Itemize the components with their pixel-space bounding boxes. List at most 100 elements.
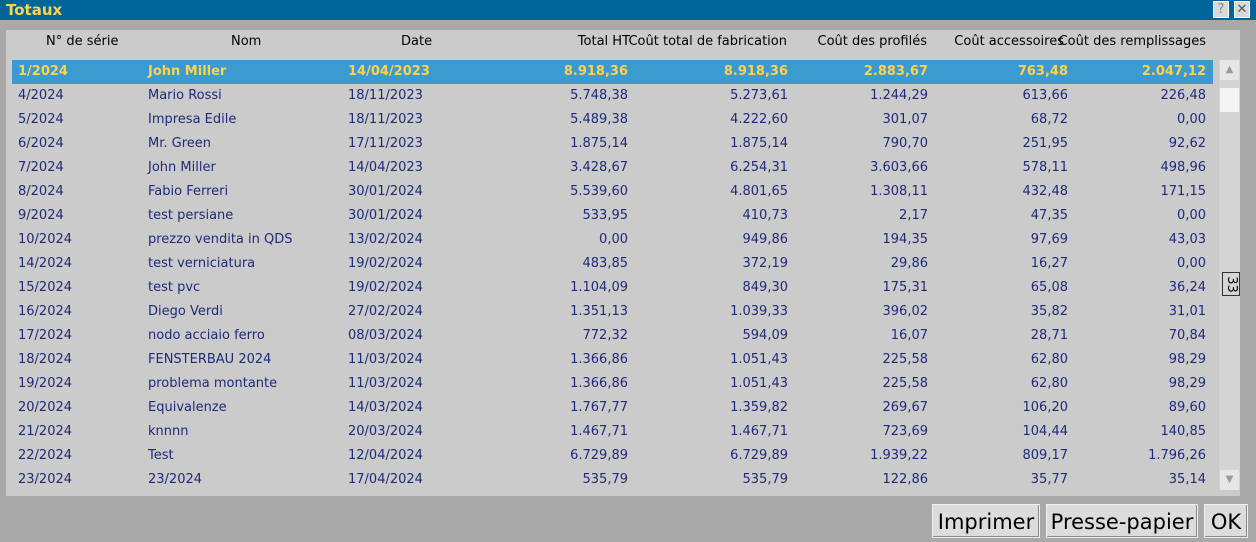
- col-header-total-ht[interactable]: Total HT: [578, 34, 630, 49]
- cell-cout-acc: 613,66: [1022, 88, 1069, 103]
- totals-table: N° de série Nom Date Total HT Coût total…: [6, 30, 1240, 496]
- cell-nom: Test: [148, 448, 174, 463]
- cell-cout-rem: 0,00: [1177, 256, 1206, 271]
- scroll-up-icon[interactable]: ▲: [1220, 60, 1239, 80]
- table-row[interactable]: 10/2024 prezzo vendita in QDS 13/02/2024 0,…: [12, 228, 1213, 252]
- cell-nom: John Miller: [148, 64, 227, 79]
- col-header-cout-acc[interactable]: Coût accessoires: [954, 34, 1064, 49]
- cell-cout-rem: 31,01: [1168, 304, 1206, 319]
- cell-cout-fab: 535,79: [742, 472, 789, 487]
- cell-num: 19/2024: [18, 376, 73, 391]
- table-row[interactable]: 6/2024 Mr. Green 17/11/2023 1.875,14 1.875,1…: [12, 132, 1213, 156]
- cell-cout-rem: 98,29: [1168, 352, 1206, 367]
- cell-total-ht: 1.767,77: [570, 400, 628, 415]
- ok-button[interactable]: OK: [1204, 504, 1248, 538]
- table-row[interactable]: 4/2024 Mario Rossi 18/11/2023 5.748,38 5.273…: [12, 84, 1213, 108]
- cell-cout-acc: 578,11: [1022, 160, 1069, 175]
- cell-cout-acc: 432,48: [1022, 184, 1069, 199]
- cell-total-ht: 0,00: [599, 232, 628, 247]
- cell-nom: test verniciatura: [148, 256, 256, 271]
- col-header-cout-prof[interactable]: Coût des profilés: [818, 34, 928, 49]
- table-row[interactable]: 16/2024 Diego Verdi 27/02/2024 1.351,13 1.03…: [12, 300, 1213, 324]
- table-row[interactable]: 23/2024 23/2024 17/04/2024 535,79 535,79 122,…: [12, 468, 1213, 492]
- col-header-cout-fab[interactable]: Coût total de fabrication: [628, 34, 787, 49]
- cell-cout-prof: 175,31: [882, 280, 929, 295]
- row-count-label: 33: [1223, 275, 1239, 293]
- cell-date: 11/03/2024: [348, 376, 423, 391]
- close-icon[interactable]: ✕: [1234, 1, 1250, 18]
- cell-nom: test pvc: [148, 280, 201, 295]
- scroll-down-icon[interactable]: ▼: [1220, 470, 1239, 490]
- table-row[interactable]: 7/2024 John Miller 14/04/2023 3.428,67 6.254…: [12, 156, 1213, 180]
- cell-total-ht: 533,95: [582, 208, 629, 223]
- cell-date: 17/04/2024: [348, 472, 423, 487]
- cell-cout-rem: 98,29: [1168, 376, 1206, 391]
- cell-date: 14/03/2024: [348, 400, 423, 415]
- cell-num: 10/2024: [18, 232, 73, 247]
- cell-cout-prof: 2.883,67: [863, 64, 928, 79]
- clipboard-button[interactable]: Presse-papier: [1046, 504, 1198, 538]
- title-bar: Totaux ? ✕: [0, 0, 1256, 20]
- cell-total-ht: 8.918,36: [563, 64, 628, 79]
- cell-total-ht: 1.104,09: [570, 280, 628, 295]
- cell-total-ht: 535,79: [582, 472, 629, 487]
- cell-num: 23/2024: [18, 472, 73, 487]
- cell-nom: Impresa Edile: [148, 112, 237, 127]
- col-header-cout-rem[interactable]: Coût des remplissages: [1059, 34, 1206, 49]
- cell-date: 19/02/2024: [348, 280, 423, 295]
- cell-total-ht: 772,32: [582, 328, 629, 343]
- table-row[interactable]: 14/2024 test verniciatura 19/02/2024 483,85…: [12, 252, 1213, 276]
- cell-cout-acc: 62,80: [1030, 376, 1068, 391]
- cell-cout-acc: 97,69: [1030, 232, 1068, 247]
- cell-num: 15/2024: [18, 280, 73, 295]
- table-row[interactable]: 17/2024 nodo acciaio ferro 08/03/2024 772,3…: [12, 324, 1213, 348]
- cell-date: 19/02/2024: [348, 256, 423, 271]
- table-row[interactable]: 15/2024 test pvc 19/02/2024 1.104,09 849,30 1…: [12, 276, 1213, 300]
- table-row[interactable]: 22/2024 Test 12/04/2024 6.729,89 6.729,89 1.9…: [12, 444, 1213, 468]
- cell-cout-acc: 35,77: [1030, 472, 1068, 487]
- cell-nom: John Miller: [148, 160, 216, 175]
- table-row[interactable]: 1/2024 John Miller 14/04/2023 8.918,36 8.918…: [12, 60, 1213, 84]
- table-row[interactable]: 18/2024 FENSTERBAU 2024 11/03/2024 1.366,86…: [12, 348, 1213, 372]
- cell-cout-prof: 225,58: [882, 352, 929, 367]
- cell-nom: knnnn: [148, 424, 189, 439]
- cell-cout-fab: 949,86: [742, 232, 789, 247]
- cell-nom: Equivalenze: [148, 400, 227, 415]
- cell-cout-rem: 70,84: [1168, 328, 1206, 343]
- cell-date: 17/11/2023: [348, 136, 423, 151]
- table-row[interactable]: 21/2024 knnnn 20/03/2024 1.467,71 1.467,71 72…: [12, 420, 1213, 444]
- cell-cout-prof: 1.244,29: [870, 88, 928, 103]
- cell-cout-fab: 4.801,65: [730, 184, 788, 199]
- cell-cout-acc: 35,82: [1030, 304, 1068, 319]
- table-row[interactable]: 9/2024 test persiane 30/01/2024 533,95 410,7…: [12, 204, 1213, 228]
- cell-cout-acc: 809,17: [1022, 448, 1069, 463]
- cell-cout-acc: 106,20: [1022, 400, 1069, 415]
- cell-cout-prof: 194,35: [882, 232, 929, 247]
- col-header-num[interactable]: N° de série: [46, 34, 118, 49]
- col-header-date[interactable]: Date: [401, 34, 432, 49]
- cell-cout-prof: 1.939,22: [870, 448, 928, 463]
- cell-num: 4/2024: [18, 88, 64, 103]
- cell-nom: prezzo vendita in QDS: [148, 232, 293, 247]
- cell-cout-prof: 2,17: [899, 208, 928, 223]
- table-row[interactable]: 8/2024 Fabio Ferreri 30/01/2024 5.539,60 4.8…: [12, 180, 1213, 204]
- cell-total-ht: 6.729,89: [570, 448, 628, 463]
- table-row[interactable]: 19/2024 problema montante 11/03/2024 1.366,…: [12, 372, 1213, 396]
- table-body: 1/2024 John Miller 14/04/2023 8.918,36 8.918…: [12, 60, 1213, 492]
- table-row[interactable]: 20/2024 Equivalenze 14/03/2024 1.767,77 1.35…: [12, 396, 1213, 420]
- cell-cout-fab: 410,73: [742, 208, 789, 223]
- cell-cout-acc: 16,27: [1030, 256, 1068, 271]
- col-header-nom[interactable]: Nom: [231, 34, 261, 49]
- cell-date: 08/03/2024: [348, 328, 423, 343]
- cell-nom: Mr. Green: [148, 136, 212, 151]
- print-button[interactable]: Imprimer: [932, 504, 1040, 538]
- scroll-thumb[interactable]: [1220, 88, 1239, 112]
- help-icon[interactable]: ?: [1213, 1, 1229, 18]
- table-row[interactable]: 5/2024 Impresa Edile 18/11/2023 5.489,38 4.2…: [12, 108, 1213, 132]
- cell-date: 18/11/2023: [348, 88, 423, 103]
- cell-num: 17/2024: [18, 328, 73, 343]
- cell-cout-rem: 171,15: [1160, 184, 1207, 199]
- cell-num: 5/2024: [18, 112, 64, 127]
- cell-total-ht: 5.539,60: [570, 184, 628, 199]
- cell-cout-prof: 301,07: [882, 112, 929, 127]
